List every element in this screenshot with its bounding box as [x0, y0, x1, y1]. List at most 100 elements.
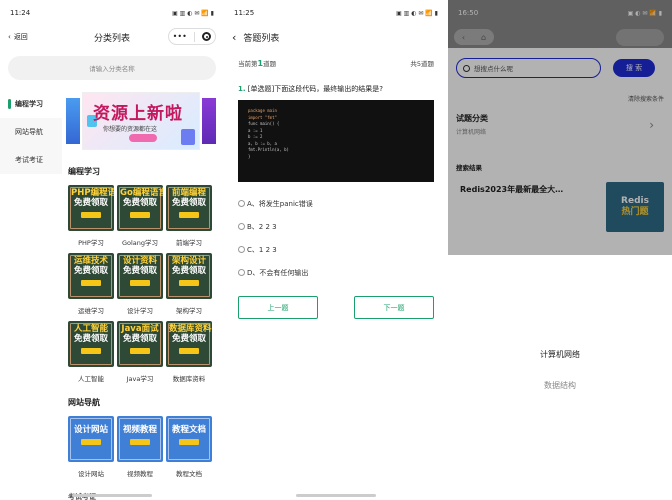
tile-golang[interactable]: Go编程语言 免费领取 Golang学习 [117, 185, 163, 247]
thumb-badge [179, 280, 199, 286]
thumb-line2: 免费领取 [122, 266, 157, 276]
status-bar: 11:24 ▣ ▥ ◐ ✉ 📶 ▮ [0, 0, 224, 26]
thumb-line2: 免费领取 [171, 334, 206, 344]
tile-caption: 人工智能 [78, 375, 104, 383]
thumb-badge [81, 348, 101, 354]
tile-design[interactable]: 设计资料 免费领取 设计学习 [117, 253, 163, 315]
question-body: [单选题]下面这段代码，最终输出的结果是? [247, 85, 383, 93]
tile-docs[interactable]: 教程文档 教程文档 [166, 416, 212, 478]
thumb-badge [130, 348, 150, 354]
option-d[interactable]: D、不会有任何输出 [238, 261, 434, 284]
section-title-programming: 编程学习 [68, 167, 100, 176]
option-c[interactable]: C、1 2 3 [238, 238, 434, 261]
tile-design-sites[interactable]: 设计网站 设计网站 [68, 416, 114, 478]
question-total: 共5道题 [410, 60, 434, 68]
thumb-line2: 免费领取 [122, 334, 157, 344]
home-indicator [296, 494, 376, 497]
quiz-progress: 当前第1道题 共5道题 [224, 48, 448, 68]
option-label: B、2 2 3 [247, 222, 277, 231]
tile-php[interactable]: PHP编程语言免费领取 PHP学习 [68, 185, 114, 247]
tile-caption: 运维学习 [78, 307, 104, 315]
thumb-badge [179, 439, 199, 445]
tile-ops[interactable]: 运维技术 免费领取运维学习 [68, 253, 114, 315]
thumb-badge [130, 280, 150, 286]
status-time: 11:25 [234, 9, 255, 17]
banner-prev-slide [66, 98, 80, 144]
radio-icon [238, 269, 245, 276]
tile-ai[interactable]: 人工智能 免费领取人工智能 [68, 321, 114, 383]
tile-video-tutorials[interactable]: 视频教程 视频教程 [117, 416, 163, 478]
thumb-badge [130, 439, 150, 445]
thumb-line1: 设计资料 [122, 256, 157, 266]
tile-architecture[interactable]: 架构设计 免费领取架构学习 [166, 253, 212, 315]
tile-thumbnail: PHP编程语言免费领取 [68, 185, 114, 231]
back-button[interactable]: ‹ 答题列表 [224, 31, 279, 44]
programming-grid: PHP编程语言免费领取 PHP学习 Go编程语言免费领取 Golang学习 前端编程… [68, 185, 224, 383]
code-line: } [248, 153, 251, 159]
picker-option-selected[interactable]: 计算机网络 [448, 349, 672, 360]
screenshot-collage: 11:24 ▣ ▥ ◐ ✉ 📶 ▮ ‹ 返回 分类列表 ••• 请输入分类名称 … [0, 0, 672, 500]
book-stack-icon [181, 129, 195, 145]
website-nav-grid: 设计网站 设计网站 视频教程 视频教程 教程文档 教程文档 [68, 416, 224, 478]
option-b[interactable]: B、2 2 3 [238, 215, 434, 238]
tile-thumbnail: 教程文档 [166, 416, 212, 462]
thumb-line1: 架构设计 [171, 256, 206, 266]
tile-caption: 架构学习 [176, 307, 202, 315]
tile-caption: 前端学习 [176, 239, 202, 247]
thumb-line2: 免费领取 [122, 198, 157, 208]
option-a[interactable]: A、将发生panic错误 [238, 192, 434, 215]
tile-thumbnail: 数据库资料 免费领取 [166, 321, 212, 367]
tile-java[interactable]: Java面试 免费领取 Java学习 [117, 321, 163, 383]
thumb-line1: PHP编程语言 [71, 188, 114, 198]
tile-thumbnail: Go编程语言 免费领取 [117, 185, 163, 231]
quiz-screen: 11:25 ▣ ▥ ◐ ✉ 📶 ▮ ‹ 答题列表 当前第1道题 共5道题 1. … [224, 0, 448, 500]
thumb-line2: 免费领取 [171, 266, 206, 276]
close-target-icon[interactable] [202, 32, 212, 41]
tile-caption: 设计网站 [78, 470, 104, 478]
sidebar-item-website-nav[interactable]: 网站导航 [0, 118, 62, 146]
banner-title: 资源上新啦 [93, 104, 183, 124]
category-content: 资源上新啦 你想要的资源都在这 编程学习 PHP编程语言免费领取 PHP学习 Go… [62, 90, 224, 500]
tile-database[interactable]: 数据库资料 免费领取 数据库资料 [166, 321, 212, 383]
thumb-line1: 设计网站 [73, 425, 108, 435]
search-screen: 16:50 ▣ ◐ ✉ 📶 ▮ ‹ ⌂ 想搜点什么呢 搜 索 清除搜索条件 试题… [448, 0, 672, 500]
option-label: A、将发生panic错误 [247, 199, 313, 208]
modal-overlay[interactable] [448, 0, 672, 255]
category-picker-sheet: 计算机网络 数据结构 [448, 255, 672, 500]
tile-thumbnail: 运维技术 免费领取 [68, 253, 114, 299]
current-question-indicator: 当前第1道题 [238, 58, 276, 68]
picker-option[interactable]: 数据结构 [448, 380, 672, 391]
thumb-line2: 免费领取 [73, 266, 108, 276]
question-number: 1. [238, 85, 246, 93]
sidebar-item-programming[interactable]: 编程学习 [0, 90, 62, 118]
thumb-line1: 教程文档 [171, 425, 206, 435]
category-layout: 编程学习 网站导航 考试考证 资源上新啦 你想要的资源都在这 编程学习 PHP编… [0, 90, 224, 500]
radio-icon [238, 246, 245, 253]
status-icons: ▣ ▥ ◐ ✉ 📶 ▮ [396, 9, 438, 17]
prev-question-button[interactable]: 上一题 [238, 296, 318, 319]
promo-banner[interactable]: 资源上新啦 你想要的资源都在这 [66, 90, 216, 152]
capsule-divider [194, 31, 196, 42]
thumb-badge [130, 212, 150, 218]
option-label: D、不会有任何输出 [247, 268, 309, 277]
tile-thumbnail: 架构设计 免费领取 [166, 253, 212, 299]
tile-frontend[interactable]: 前端编程 免费领取 前端学习 [166, 185, 212, 247]
tile-caption: 视频教程 [127, 470, 153, 478]
section-title-website-nav: 网站导航 [68, 398, 100, 407]
category-sidebar: 编程学习 网站导航 考试考证 [0, 90, 62, 500]
status-time: 11:24 [10, 9, 31, 17]
tile-thumbnail: 人工智能 免费领取 [68, 321, 114, 367]
mini-program-capsule: ••• [168, 28, 216, 45]
next-question-button[interactable]: 下一题 [354, 296, 434, 319]
thumb-line1: Go编程语言 [120, 188, 163, 198]
back-button[interactable]: ‹ 返回 [0, 32, 28, 42]
sidebar-item-exams[interactable]: 考试考证 [0, 146, 62, 174]
option-label: C、1 2 3 [247, 245, 277, 254]
quiz-nav-buttons: 上一题 下一题 [224, 284, 448, 319]
more-icon[interactable]: ••• [173, 32, 187, 41]
search-input[interactable]: 请输入分类名称 [8, 56, 216, 80]
radio-icon [238, 223, 245, 230]
tile-thumbnail: 设计资料 免费领取 [117, 253, 163, 299]
category-list-screen: 11:24 ▣ ▥ ◐ ✉ 📶 ▮ ‹ 返回 分类列表 ••• 请输入分类名称 … [0, 0, 224, 500]
banner-button [129, 134, 157, 142]
